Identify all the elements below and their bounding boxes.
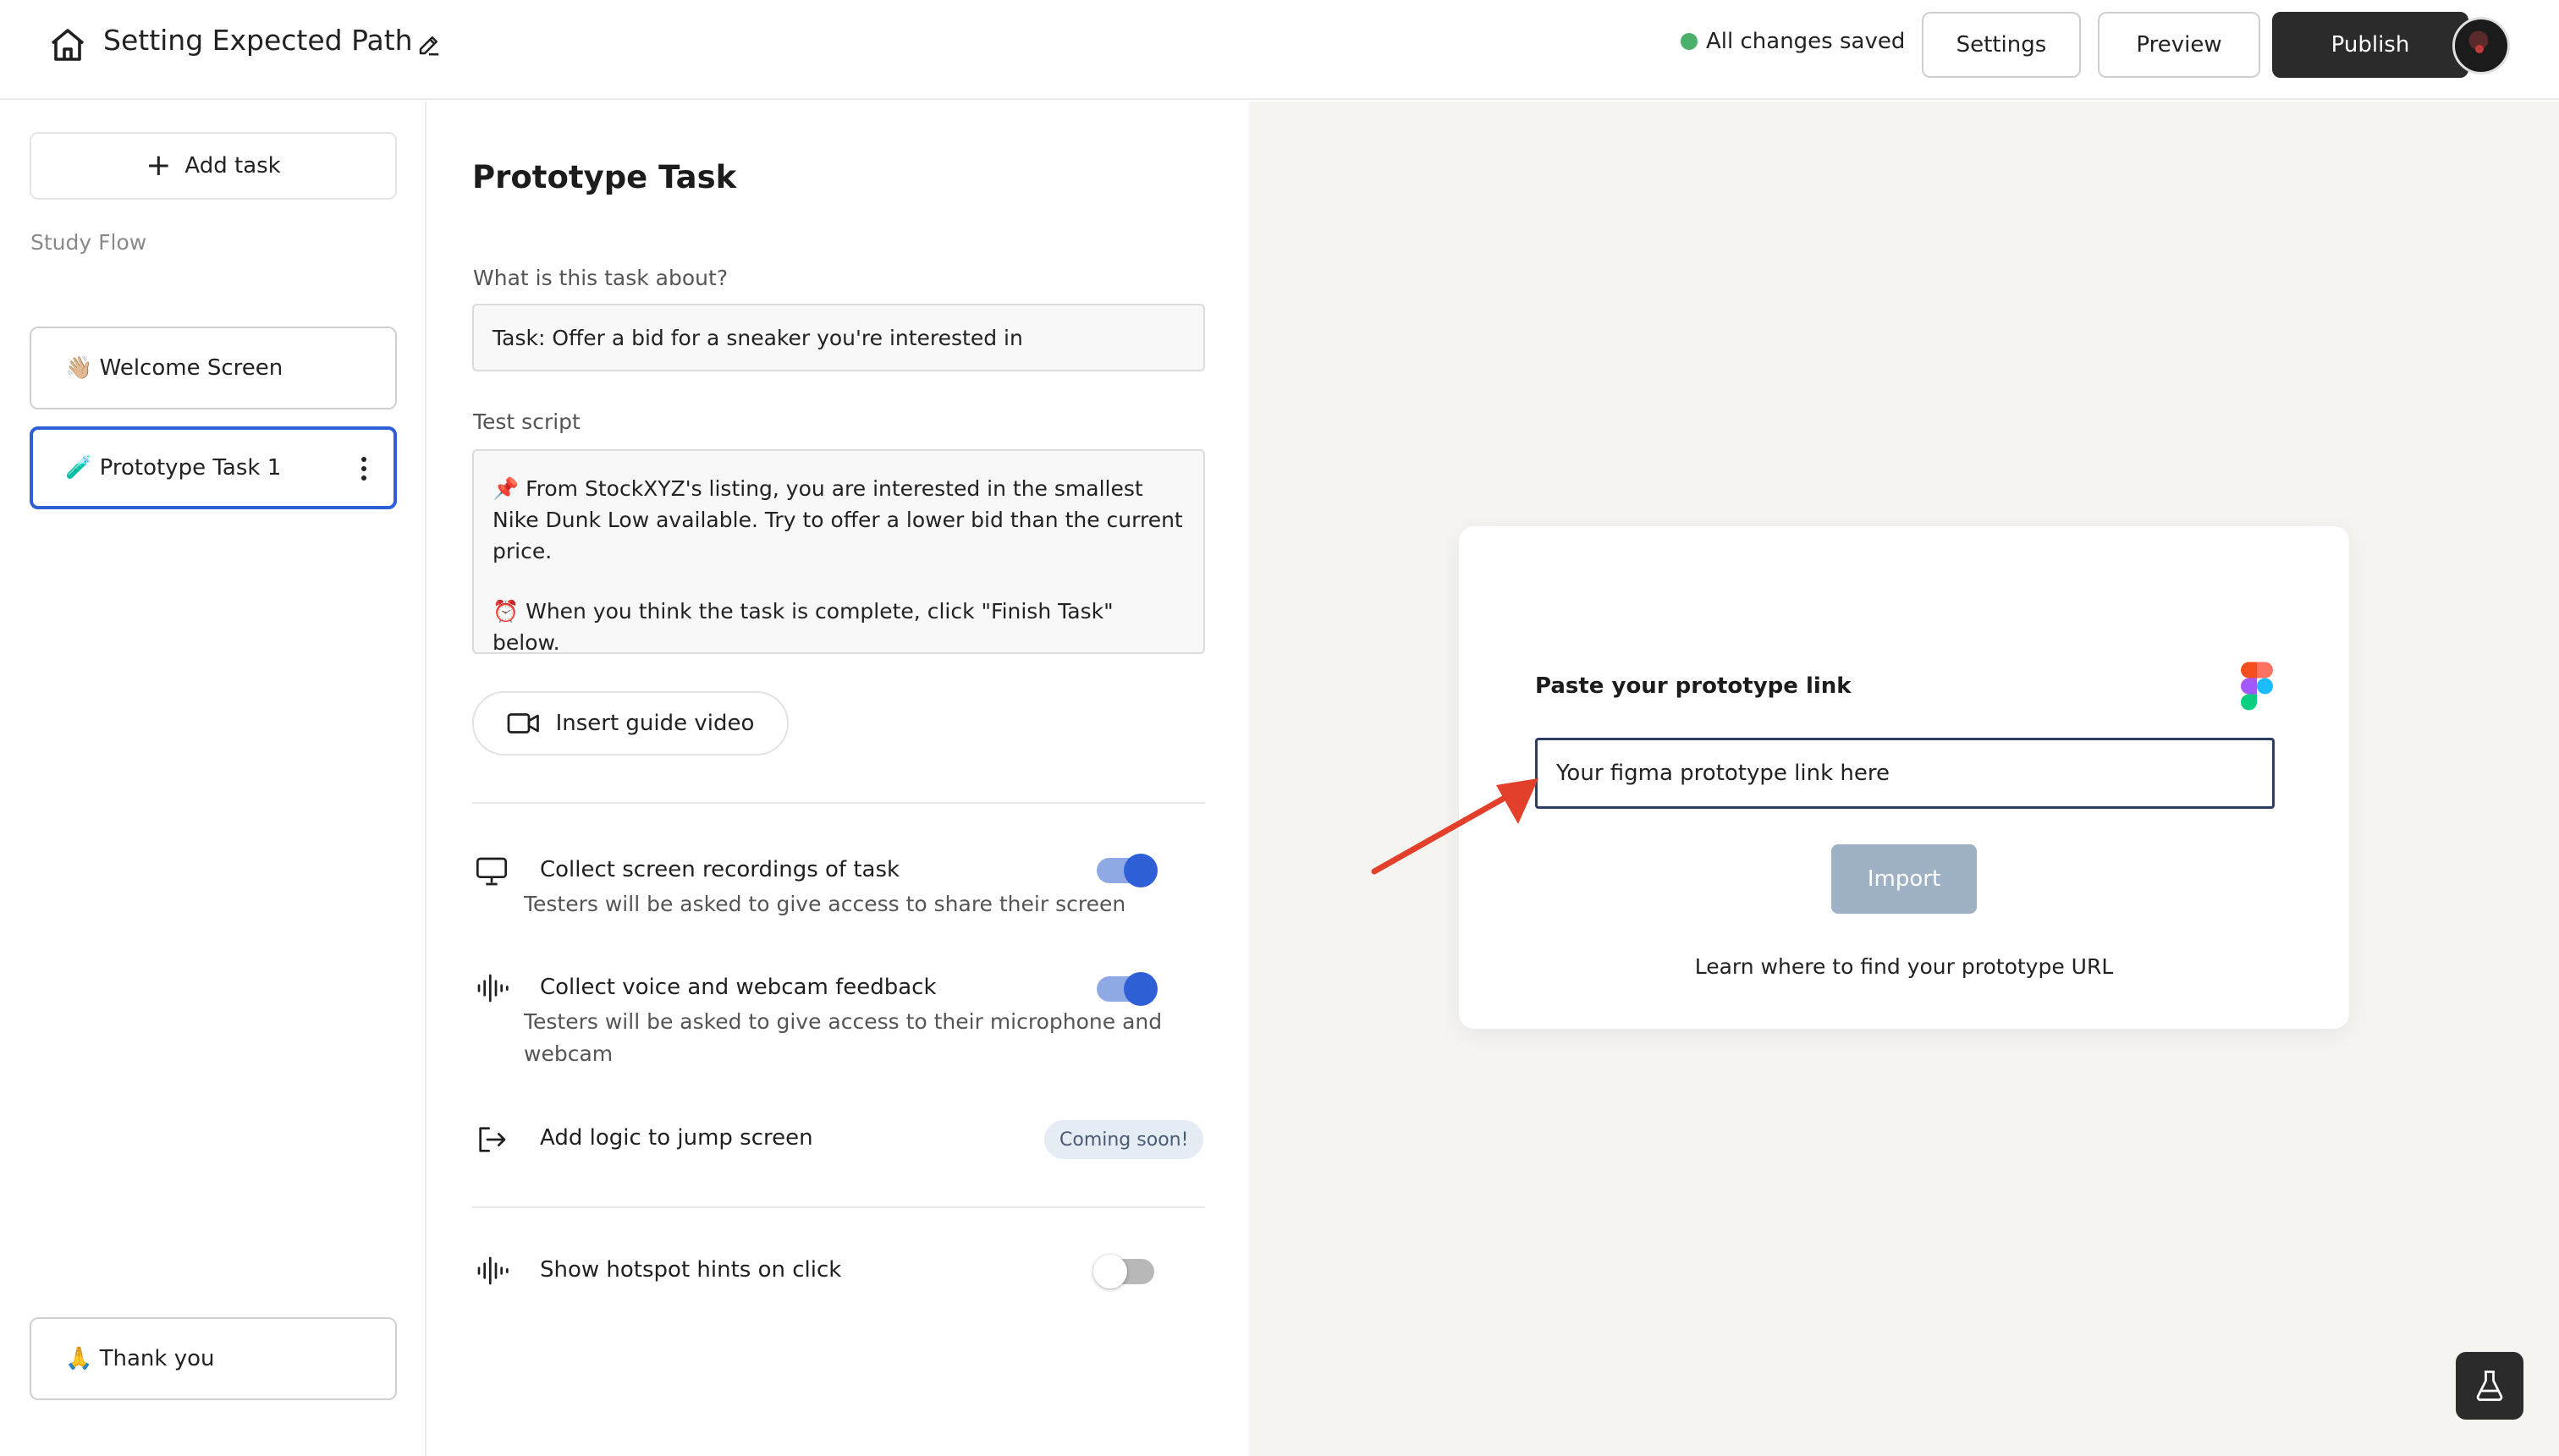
task-about-input[interactable]: Task: Offer a bid for a sneaker you're i…: [472, 304, 1205, 371]
exit-arrow-icon: [479, 1127, 506, 1152]
voice-webcam-toggle[interactable]: [1097, 972, 1158, 1006]
study-flow-sidebar: + Add task Study Flow 👋🏼 Welcome Screen …: [0, 102, 426, 1456]
voice-webcam-description: Testers will be asked to give access to …: [524, 1009, 1163, 1066]
pushpin-emoji: 📌: [493, 476, 520, 501]
study-flow-heading: Study Flow: [30, 230, 147, 255]
kebab-icon[interactable]: [360, 457, 368, 482]
waveform-icon: [477, 1256, 509, 1285]
divider: [472, 802, 1205, 804]
flow-item-label: Prototype Task 1: [99, 455, 282, 481]
test-tube-emoji: 🧪: [65, 455, 93, 481]
panel-title: Prototype Task: [472, 159, 737, 195]
prototype-link-label: Paste your prototype link: [1535, 673, 1852, 699]
avatar[interactable]: [2452, 17, 2510, 74]
screen-recording-toggle[interactable]: [1097, 854, 1158, 887]
hotspot-hints-toggle[interactable]: [1093, 1255, 1154, 1288]
learn-prototype-url-link[interactable]: Learn where to find your prototype URL: [1459, 954, 2349, 979]
flask-icon: [2476, 1371, 2503, 1401]
screen-recording-description: Testers will be asked to give access to …: [524, 892, 1126, 916]
test-script-editor[interactable]: 📌 From StockXYZ's listing, you are inter…: [472, 449, 1205, 655]
flow-item-label: Thank you: [99, 1346, 215, 1371]
pencil-icon[interactable]: [416, 32, 442, 58]
waveform-icon: [477, 974, 509, 1003]
plus-icon: +: [146, 148, 172, 183]
monitor-icon: [476, 857, 507, 886]
add-task-label: Add task: [184, 153, 281, 179]
voice-webcam-title: Collect voice and webcam feedback: [540, 975, 937, 1000]
script-paragraph: When you think the task is complete, cli…: [493, 599, 1114, 655]
preview-button[interactable]: Preview: [2098, 12, 2260, 78]
annotation-arrow: [1371, 778, 1538, 875]
add-task-button[interactable]: + Add task: [30, 132, 397, 200]
task-about-label: What is this task about?: [473, 266, 729, 290]
prototype-import-card: Paste your prototype link Your figma pro…: [1459, 526, 2349, 1029]
test-script-label: Test script: [473, 409, 581, 434]
figma-icon: [2241, 662, 2273, 711]
video-camera-icon: [507, 713, 539, 733]
task-settings-panel: Prototype Task What is this task about? …: [428, 102, 1249, 1456]
study-title: Setting Expected Path: [103, 24, 413, 57]
flow-item-label: Welcome Screen: [99, 355, 283, 381]
jump-logic-title: Add logic to jump screen: [540, 1125, 813, 1151]
guide-video-label: Insert guide video: [555, 711, 755, 736]
prototype-link-input[interactable]: Your figma prototype link here: [1535, 738, 2275, 809]
screen-recording-title: Collect screen recordings of task: [540, 857, 900, 882]
settings-button[interactable]: Settings: [1922, 12, 2081, 78]
alarm-clock-emoji: ⏰: [493, 599, 520, 624]
home-icon[interactable]: [47, 25, 88, 66]
insert-guide-video-button[interactable]: Insert guide video: [472, 691, 789, 755]
top-bar: Setting Expected Path All changes saved …: [0, 0, 2559, 100]
flow-item-prototype-task[interactable]: 🧪 Prototype Task 1: [30, 426, 397, 509]
save-status: All changes saved: [1681, 29, 1905, 54]
save-status-text: All changes saved: [1706, 29, 1906, 54]
script-paragraph: From StockXYZ's listing, you are interes…: [493, 476, 1183, 563]
hotspot-hints-title: Show hotspot hints on click: [540, 1257, 842, 1283]
coming-soon-badge: Coming soon!: [1044, 1120, 1204, 1159]
flow-item-thank-you[interactable]: 🙏 Thank you: [30, 1317, 397, 1400]
flask-button[interactable]: [2456, 1352, 2523, 1420]
saved-status-dot: [1681, 33, 1698, 50]
publish-button[interactable]: Publish: [2272, 12, 2468, 78]
flow-item-welcome-screen[interactable]: 👋🏼 Welcome Screen: [30, 327, 397, 409]
divider: [472, 1206, 1205, 1208]
praying-hands-emoji: 🙏: [65, 1346, 93, 1371]
waving-hand-emoji: 👋🏼: [65, 355, 93, 381]
import-button[interactable]: Import: [1831, 844, 1977, 914]
